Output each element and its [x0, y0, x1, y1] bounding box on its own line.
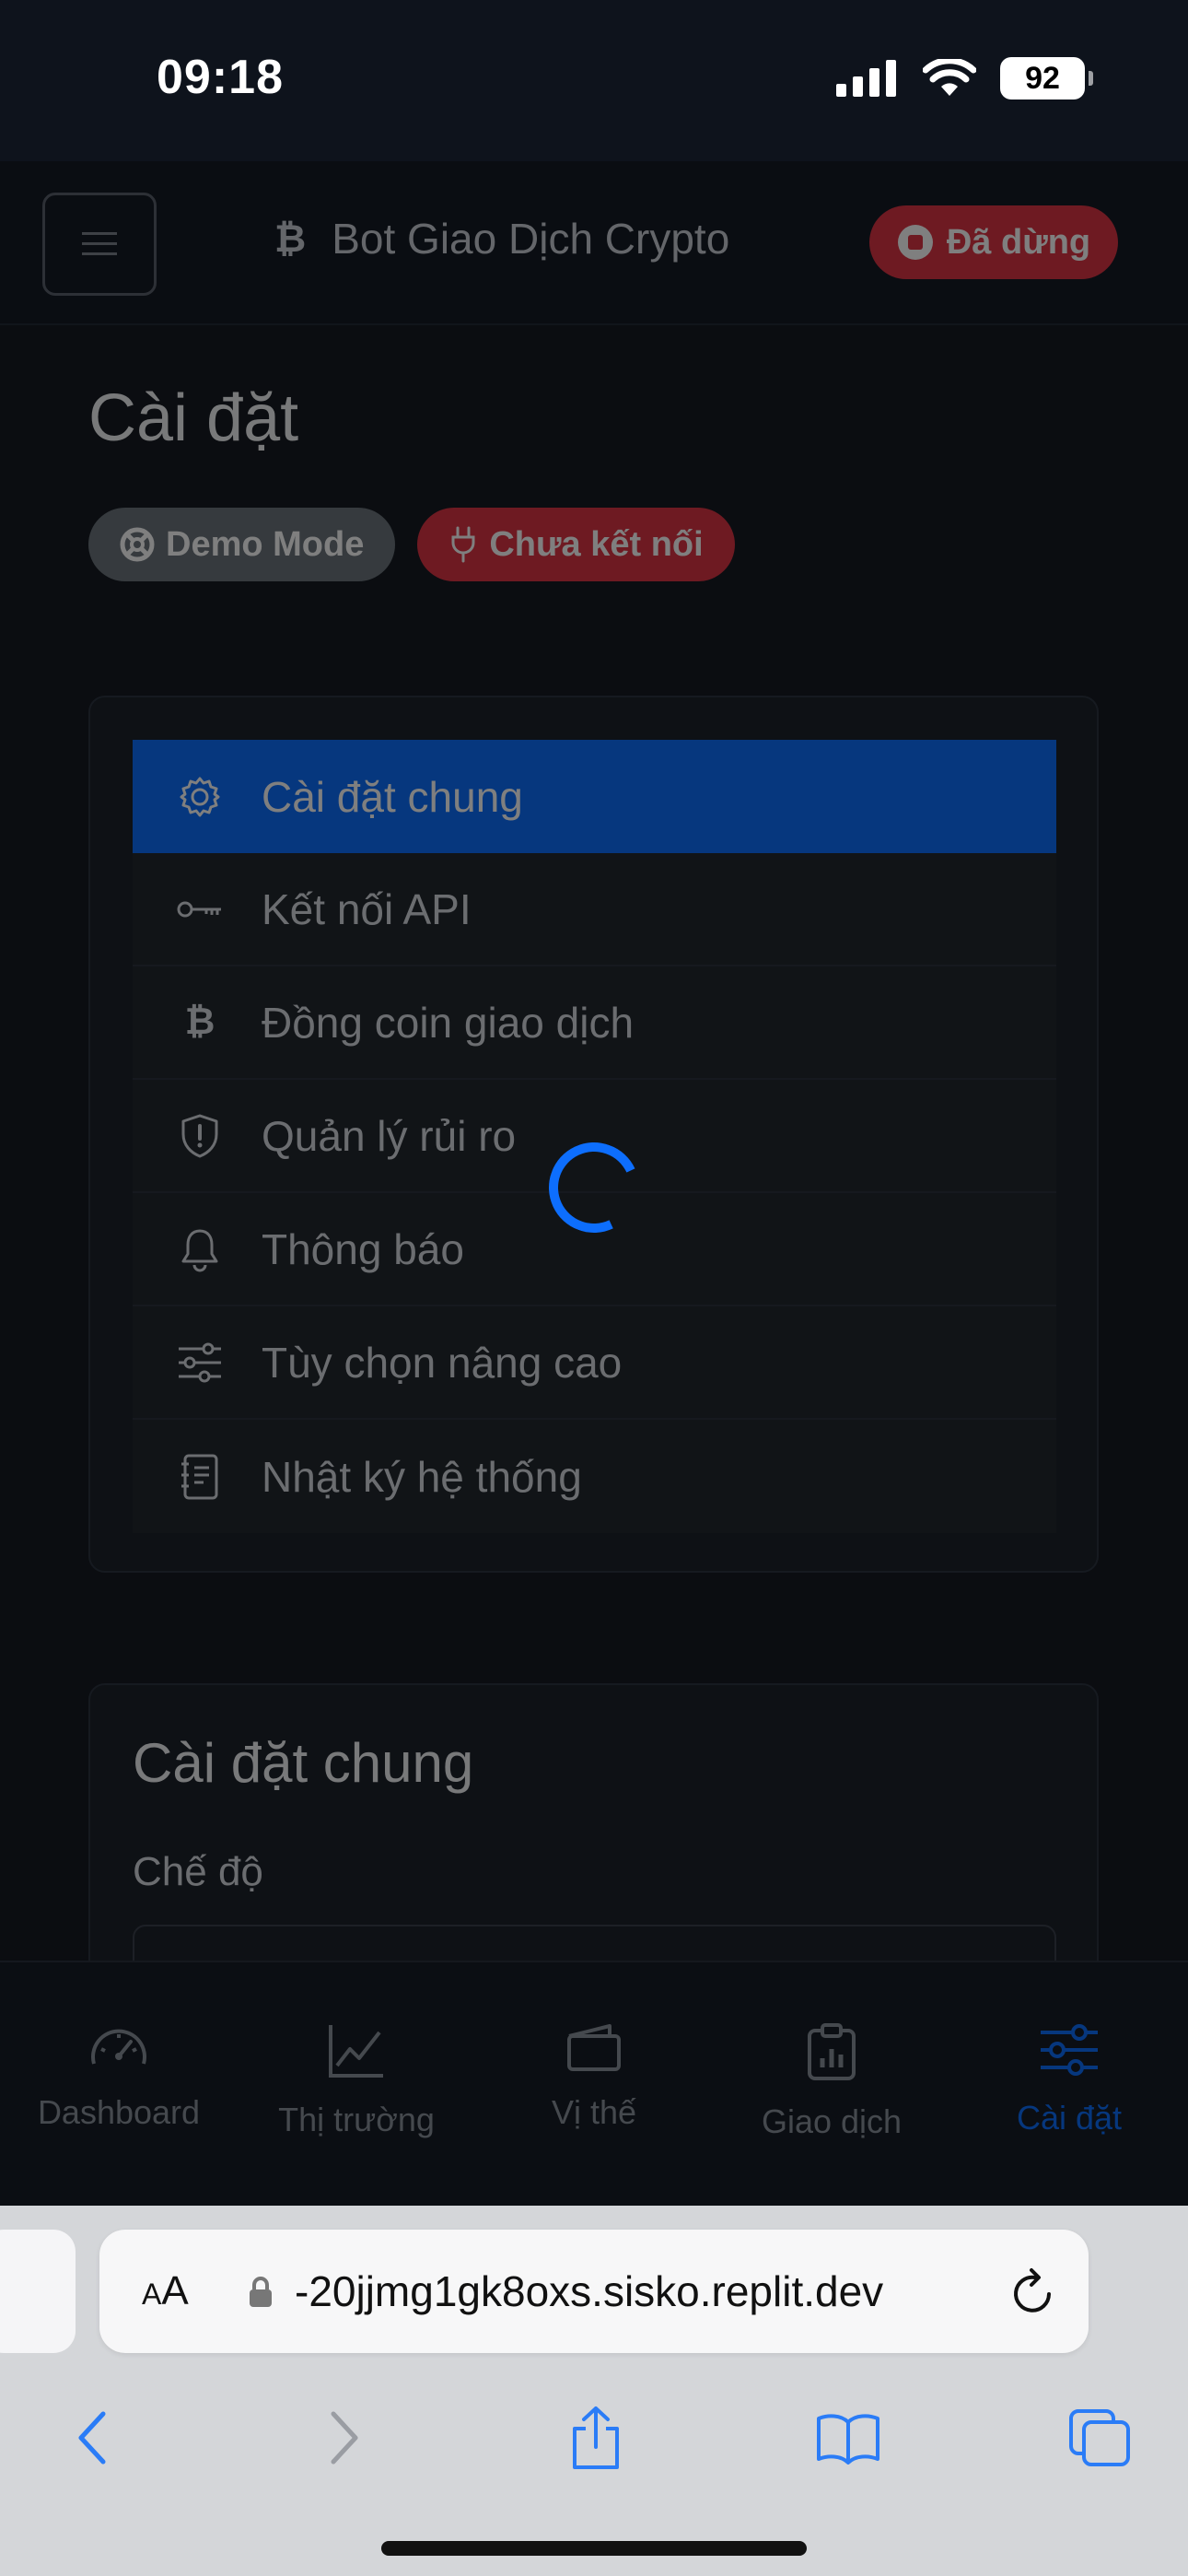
chevron-right-icon [331, 2411, 357, 2465]
battery-indicator: 92 [1000, 57, 1093, 100]
status-bar: 09:18 92 [0, 0, 1188, 161]
browser-chrome: AA -20jjmg1gk8oxs.sisko.replit.dev [0, 2206, 1188, 2576]
reader-settings-button[interactable]: AA [142, 2268, 189, 2314]
tabs-button[interactable] [1063, 2401, 1136, 2475]
address-bar[interactable]: AA -20jjmg1gk8oxs.sisko.replit.dev [99, 2230, 1089, 2353]
share-button[interactable] [559, 2401, 633, 2475]
app-screen: 09:18 92 ₿ Bot [0, 0, 1188, 2576]
lock-icon [250, 2277, 272, 2307]
share-icon [573, 2406, 619, 2469]
url-text: -20jjmg1gk8oxs.sisko.replit.dev [295, 2267, 884, 2315]
browser-toolbar [0, 2383, 1188, 2493]
cellular-signal-icon [836, 60, 896, 97]
status-icons: 92 [836, 57, 1093, 100]
reload-icon[interactable] [1009, 2266, 1057, 2318]
back-button[interactable] [55, 2401, 129, 2475]
bookmarks-button[interactable] [811, 2401, 885, 2475]
forward-button[interactable] [308, 2401, 381, 2475]
wifi-icon [923, 59, 976, 96]
tabs-icon [1069, 2409, 1130, 2466]
book-icon [816, 2414, 879, 2465]
status-time: 09:18 [157, 51, 284, 104]
chevron-left-icon [78, 2411, 106, 2465]
previous-tab-preview[interactable] [0, 2230, 76, 2353]
home-indicator [381, 2541, 807, 2556]
